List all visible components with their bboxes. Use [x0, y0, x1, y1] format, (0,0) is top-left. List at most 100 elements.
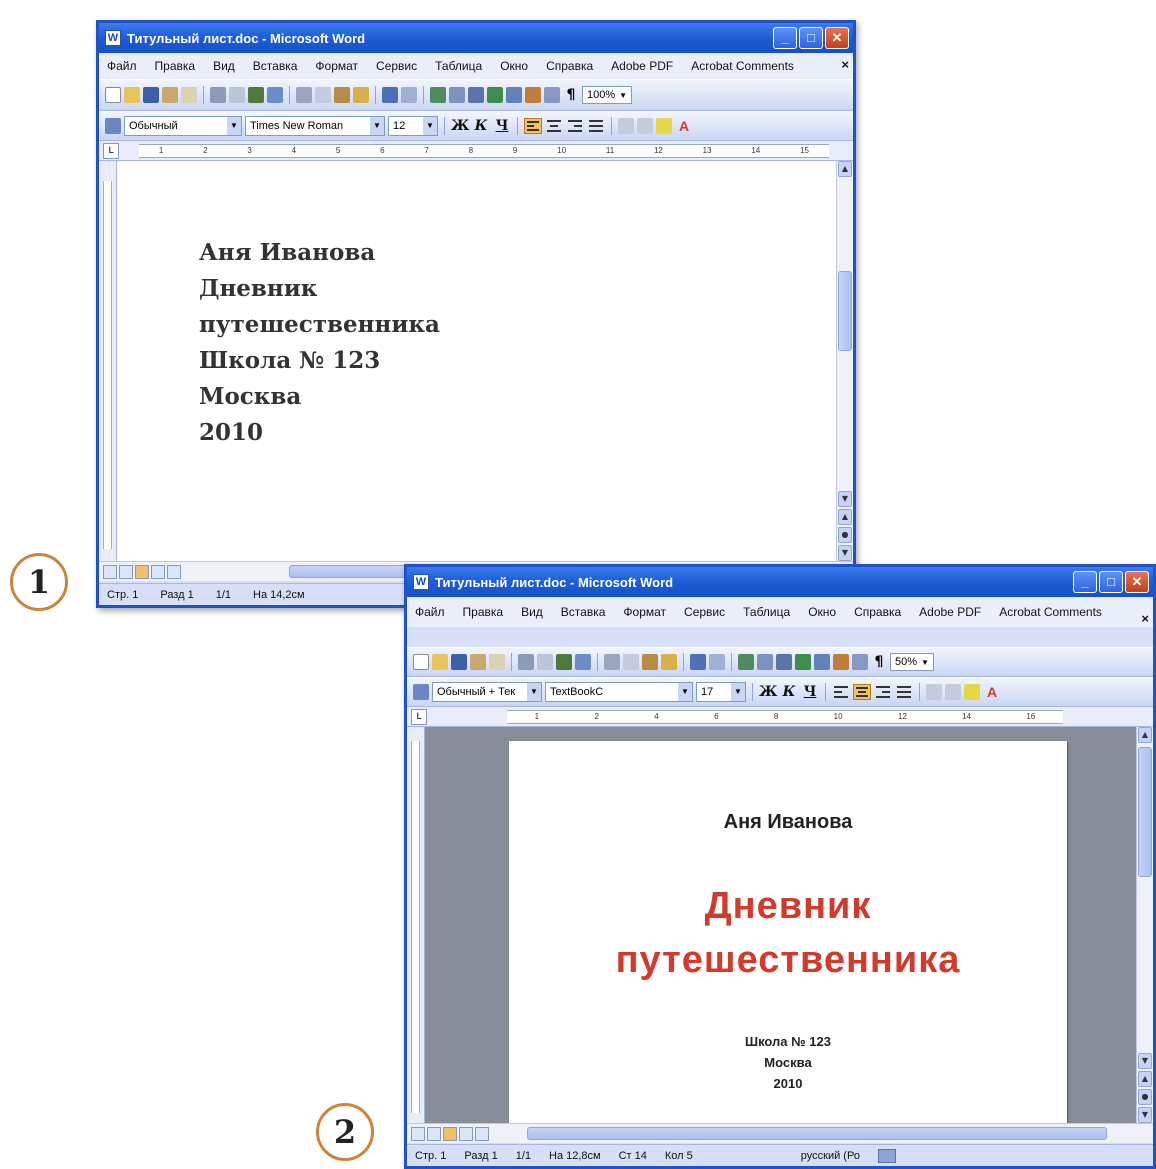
columns-icon[interactable] — [814, 654, 830, 670]
research-icon[interactable] — [575, 654, 591, 670]
align-center-button[interactable] — [545, 118, 563, 134]
menu-view[interactable]: Вид — [213, 59, 235, 73]
justify-button[interactable] — [587, 118, 605, 134]
document-page[interactable]: Аня Иванова Дневник путешественника Школ… — [509, 741, 1067, 1123]
show-hide-icon[interactable]: ¶ — [563, 87, 579, 103]
minimize-button[interactable]: _ — [1073, 571, 1097, 593]
justify-button[interactable] — [895, 684, 913, 700]
normal-view-icon[interactable] — [103, 565, 117, 579]
vertical-scrollbar[interactable]: ▲ ▼ ▲ ● ▼ — [1136, 727, 1153, 1123]
close-button[interactable]: ✕ — [1125, 571, 1149, 593]
research-icon[interactable] — [267, 87, 283, 103]
format-painter-icon[interactable] — [661, 654, 677, 670]
align-left-button[interactable] — [832, 684, 850, 700]
zoom-select[interactable]: 100% ▼ — [582, 86, 633, 104]
underline-button[interactable]: Ч — [801, 684, 819, 700]
menu-acrobat-comments[interactable]: Acrobat Comments — [999, 605, 1102, 619]
spelling-icon[interactable] — [248, 87, 264, 103]
horizontal-scrollbar[interactable] — [407, 1123, 1153, 1143]
permission-icon[interactable] — [162, 87, 178, 103]
close-document-icon[interactable]: × — [1141, 611, 1149, 626]
hyperlink-icon[interactable] — [430, 87, 446, 103]
redo-icon[interactable] — [401, 87, 417, 103]
next-page-icon[interactable]: ▼ — [838, 545, 852, 561]
bullets-icon[interactable] — [945, 684, 961, 700]
menu-file[interactable]: Файл — [415, 605, 445, 619]
numbering-icon[interactable] — [926, 684, 942, 700]
tab-selector[interactable]: L — [103, 143, 119, 159]
normal-view-icon[interactable] — [411, 1127, 425, 1141]
spelling-status-icon[interactable] — [877, 1148, 896, 1163]
cut-icon[interactable] — [604, 654, 620, 670]
menu-insert[interactable]: Вставка — [561, 605, 606, 619]
copy-icon[interactable] — [315, 87, 331, 103]
previous-page-icon[interactable]: ▲ — [1138, 1071, 1152, 1087]
copy-icon[interactable] — [623, 654, 639, 670]
insert-excel-icon[interactable] — [795, 654, 811, 670]
menu-edit[interactable]: Правка — [155, 59, 196, 73]
menu-file[interactable]: Файл — [107, 59, 137, 73]
print-preview-icon[interactable] — [229, 87, 245, 103]
browse-object-icon[interactable]: ● — [1138, 1089, 1152, 1105]
menu-help[interactable]: Справка — [854, 605, 901, 619]
new-document-icon[interactable] — [105, 87, 121, 103]
menu-view[interactable]: Вид — [521, 605, 543, 619]
vertical-ruler[interactable] — [407, 727, 425, 1123]
menu-adobe-pdf[interactable]: Adobe PDF — [919, 605, 981, 619]
cut-icon[interactable] — [296, 87, 312, 103]
menu-format[interactable]: Формат — [315, 59, 358, 73]
bold-button[interactable]: Ж — [759, 684, 777, 700]
style-select[interactable]: Обычный + Тек ▼ — [432, 682, 542, 702]
show-hide-icon[interactable]: ¶ — [871, 654, 887, 670]
web-view-icon[interactable] — [427, 1127, 441, 1141]
bold-button[interactable]: Ж — [451, 118, 469, 134]
font-color-icon[interactable]: A — [675, 118, 693, 134]
styles-pane-icon[interactable] — [105, 118, 121, 134]
document-area[interactable]: Аня Иванова Дневник путешественника Школ… — [425, 727, 1140, 1123]
horizontal-ruler[interactable]: L 1 2 4 6 8 10 12 14 16 — [407, 707, 1153, 727]
insert-table-icon[interactable] — [468, 87, 484, 103]
insert-excel-icon[interactable] — [487, 87, 503, 103]
italic-button[interactable]: К — [780, 684, 798, 700]
menu-tools[interactable]: Сервис — [376, 59, 417, 73]
tables-borders-icon[interactable] — [449, 87, 465, 103]
highlight-icon[interactable] — [656, 118, 672, 134]
save-icon[interactable] — [143, 87, 159, 103]
menu-tools[interactable]: Сервис — [684, 605, 725, 619]
drawing-icon[interactable] — [525, 87, 541, 103]
maximize-button[interactable]: □ — [1099, 571, 1123, 593]
menu-edit[interactable]: Правка — [463, 605, 504, 619]
numbering-icon[interactable] — [618, 118, 634, 134]
font-color-icon[interactable]: A — [983, 684, 1001, 700]
menu-window[interactable]: Окно — [500, 59, 528, 73]
font-select[interactable]: TextBookC ▼ — [545, 682, 693, 702]
print-icon[interactable] — [210, 87, 226, 103]
scroll-down-icon[interactable]: ▼ — [1138, 1053, 1152, 1069]
horizontal-scroll-thumb[interactable] — [527, 1127, 1107, 1140]
underline-button[interactable]: Ч — [493, 118, 511, 134]
close-button[interactable]: ✕ — [825, 27, 849, 49]
outline-view-icon[interactable] — [459, 1127, 473, 1141]
italic-button[interactable]: К — [472, 118, 490, 134]
format-painter-icon[interactable] — [353, 87, 369, 103]
open-icon[interactable] — [432, 654, 448, 670]
permission-icon[interactable] — [470, 654, 486, 670]
undo-icon[interactable] — [382, 87, 398, 103]
reading-view-icon[interactable] — [167, 565, 181, 579]
menu-window[interactable]: Окно — [808, 605, 836, 619]
scroll-down-icon[interactable]: ▼ — [838, 491, 852, 507]
print-icon[interactable] — [518, 654, 534, 670]
columns-icon[interactable] — [506, 87, 522, 103]
paste-icon[interactable] — [334, 87, 350, 103]
spelling-icon[interactable] — [556, 654, 572, 670]
align-center-button[interactable] — [853, 684, 871, 700]
font-size-select[interactable]: 17 ▼ — [696, 682, 746, 702]
scroll-thumb[interactable] — [1138, 747, 1152, 877]
title-bar[interactable]: W Титульный лист.doc - Microsoft Word _ … — [407, 567, 1153, 597]
next-page-icon[interactable]: ▼ — [1138, 1107, 1152, 1123]
font-size-select[interactable]: 12 ▼ — [388, 116, 438, 136]
bullets-icon[interactable] — [637, 118, 653, 134]
minimize-button[interactable]: _ — [773, 27, 797, 49]
horizontal-scroll-thumb[interactable] — [289, 565, 409, 578]
reading-view-icon[interactable] — [475, 1127, 489, 1141]
